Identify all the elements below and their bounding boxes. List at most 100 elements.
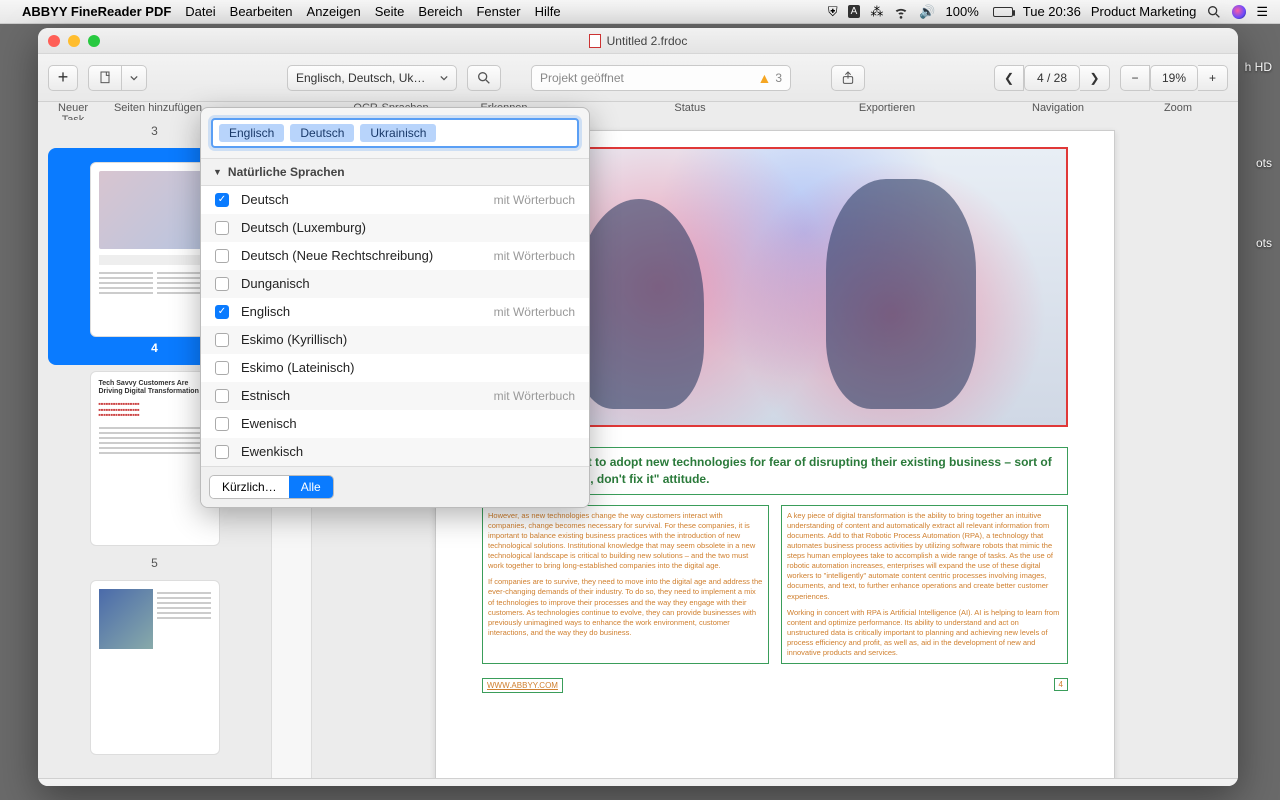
spotlight-icon[interactable]: [1206, 4, 1222, 20]
filter-segmented-control[interactable]: Kürzlich… Alle: [209, 475, 334, 499]
warning-count: 3: [775, 71, 782, 85]
language-note: mit Wörterbuch: [494, 193, 575, 207]
language-checkbox[interactable]: [215, 249, 229, 263]
language-row[interactable]: Dunganisch: [201, 270, 589, 298]
add-pages-dropdown[interactable]: [122, 65, 147, 91]
nav-prev-button[interactable]: ❮: [994, 65, 1024, 91]
language-row[interactable]: Deutsch (Neue Rechtschreibung) mit Wörter…: [201, 242, 589, 270]
status-text: Projekt geöffnet: [540, 71, 624, 85]
section-header-natural[interactable]: ▼ Natürliche Sprachen: [201, 158, 589, 186]
menu-seite[interactable]: Seite: [375, 4, 405, 19]
language-row[interactable]: Eskimo (Lateinisch): [201, 354, 589, 382]
window-footer: [38, 778, 1238, 786]
language-row[interactable]: Ewenisch: [201, 410, 589, 438]
user-menu[interactable]: Product Marketing: [1091, 4, 1197, 19]
shield-icon[interactable]: ⛨: [828, 4, 838, 20]
ocr-language-value: Englisch, Deutsch, Uk…: [296, 71, 425, 85]
language-token-field[interactable]: Englisch Deutsch Ukrainisch: [211, 118, 579, 148]
language-row[interactable]: Eskimo (Kyrillisch): [201, 326, 589, 354]
menu-hilfe[interactable]: Hilfe: [535, 4, 561, 19]
window-zoom-button[interactable]: [88, 35, 100, 47]
zoom-in-button[interactable]: +: [1198, 65, 1228, 91]
keyboard-icon[interactable]: A: [848, 5, 861, 18]
label-zoom: Zoom: [1128, 102, 1228, 120]
label-nav: Navigation: [998, 102, 1118, 120]
language-checkbox[interactable]: [215, 361, 229, 375]
language-name: Ewenkisch: [241, 444, 303, 459]
text-region-link[interactable]: WWW.ABBYY.COM: [482, 678, 563, 693]
titlebar: Untitled 2.frdoc: [38, 28, 1238, 54]
language-checkbox[interactable]: ✓: [215, 305, 229, 319]
volume-icon[interactable]: 🔊: [919, 4, 935, 20]
siri-icon[interactable]: [1232, 5, 1246, 19]
menu-anzeigen[interactable]: Anzeigen: [307, 4, 361, 19]
language-name: Deutsch (Neue Rechtschreibung): [241, 248, 433, 263]
app-name[interactable]: ABBYY FineReader PDF: [22, 4, 171, 19]
nav-page-field[interactable]: 4 / 28: [1024, 65, 1080, 91]
language-row[interactable]: ✓ Deutsch mit Wörterbuch: [201, 186, 589, 214]
thumbnail-page-6[interactable]: [48, 580, 261, 755]
label-export: Exportieren: [828, 102, 946, 120]
language-row[interactable]: ✓ Englisch mit Wörterbuch: [201, 298, 589, 326]
toolbar: + Englisch, Deutsch, Uk… Projekt geöffne…: [38, 54, 1238, 102]
language-name: Englisch: [241, 304, 290, 319]
menu-bereich[interactable]: Bereich: [418, 4, 462, 19]
language-checkbox[interactable]: [215, 389, 229, 403]
add-pages-button[interactable]: [88, 65, 122, 91]
language-checkbox[interactable]: [215, 333, 229, 347]
language-checkbox[interactable]: [215, 277, 229, 291]
language-checkbox[interactable]: [215, 417, 229, 431]
language-name: Deutsch: [241, 192, 289, 207]
text-region-col1[interactable]: However, as new technologies change the …: [482, 505, 769, 665]
window-close-button[interactable]: [48, 35, 60, 47]
language-checkbox[interactable]: [215, 221, 229, 235]
label-add-pages: Seiten hinzufügen: [108, 102, 208, 120]
desktop-drive-label[interactable]: h HD: [1245, 60, 1272, 74]
desktop-item-label[interactable]: ots: [1256, 156, 1272, 170]
menu-datei[interactable]: Datei: [185, 4, 215, 19]
macos-menubar: ABBYY FineReader PDF Datei Bearbeiten An…: [0, 0, 1280, 24]
warning-icon[interactable]: ▲: [757, 70, 771, 86]
language-token[interactable]: Ukrainisch: [360, 124, 436, 142]
menu-fenster[interactable]: Fenster: [476, 4, 520, 19]
text-region-pagenum[interactable]: 4: [1054, 678, 1068, 691]
recognize-button[interactable]: [467, 65, 501, 91]
language-note: mit Wörterbuch: [494, 249, 575, 263]
status-field: Projekt geöffnet ▲ 3: [531, 65, 791, 91]
window-minimize-button[interactable]: [68, 35, 80, 47]
clock[interactable]: Tue 20:36: [1023, 4, 1081, 19]
language-row[interactable]: Ewenkisch: [201, 438, 589, 466]
language-row[interactable]: Estnischmit Wörterbuch: [201, 382, 589, 410]
window-title: Untitled 2.frdoc: [607, 34, 688, 48]
filter-all[interactable]: Alle: [289, 476, 333, 498]
bluetooth-icon[interactable]: ⁂: [870, 4, 883, 20]
language-token[interactable]: Englisch: [219, 124, 284, 142]
language-list[interactable]: ✓ Deutsch mit Wörterbuch Deutsch (Luxemburg…: [201, 186, 589, 466]
ocr-language-select[interactable]: Englisch, Deutsch, Uk…: [287, 65, 457, 91]
language-row[interactable]: Deutsch (Luxemburg): [201, 214, 589, 242]
doc-icon: [589, 34, 601, 48]
page-number: 5: [48, 552, 261, 574]
zoom-value[interactable]: 19%: [1150, 65, 1198, 91]
filter-recent[interactable]: Kürzlich…: [210, 476, 289, 498]
zoom-out-button[interactable]: −: [1120, 65, 1150, 91]
nav-next-button[interactable]: ❯: [1080, 65, 1110, 91]
notification-center-icon[interactable]: ☰: [1256, 4, 1268, 20]
menu-bearbeiten[interactable]: Bearbeiten: [230, 4, 293, 19]
language-note: mit Wörterbuch: [494, 305, 575, 319]
text-region-col2[interactable]: A key piece of digital transformation is…: [781, 505, 1068, 665]
language-checkbox[interactable]: ✓: [215, 193, 229, 207]
language-checkbox[interactable]: [215, 445, 229, 459]
desktop-item-label-2[interactable]: ots: [1256, 236, 1272, 250]
chevron-down-icon: [440, 74, 448, 82]
wifi-icon[interactable]: [893, 4, 909, 20]
new-task-button[interactable]: +: [48, 65, 78, 91]
language-name: Ewenisch: [241, 416, 297, 431]
label-new-task: Neuer Task: [48, 102, 98, 120]
battery-icon: [989, 7, 1013, 17]
disclosure-triangle-icon: ▼: [213, 167, 222, 177]
language-token[interactable]: Deutsch: [290, 124, 354, 142]
language-note: mit Wörterbuch: [494, 389, 575, 403]
export-button[interactable]: [831, 65, 865, 91]
language-name: Eskimo (Kyrillisch): [241, 332, 347, 347]
